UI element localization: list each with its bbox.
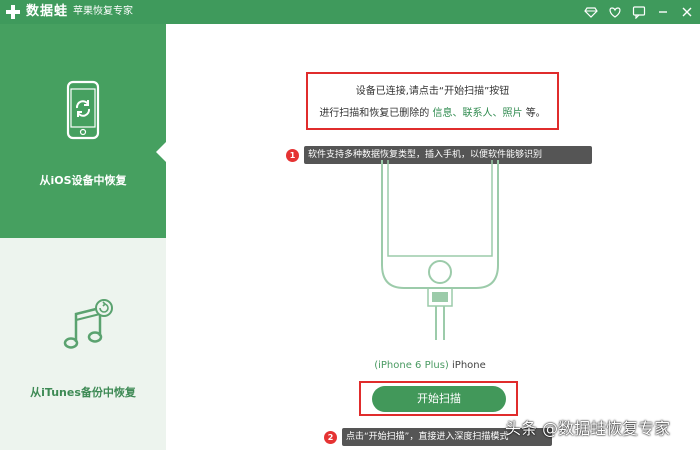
instruction-highlight-box (306, 72, 559, 130)
chat-icon[interactable] (632, 4, 646, 20)
app-window: 数据蛙 苹果恢复专家 从iOS设备中恢复 从iTunes备份中恢复 设备已连接,… (0, 0, 700, 450)
instruction-prefix: 进行扫描和恢复已删除的 (319, 108, 430, 119)
step-number-badge: 2 (324, 431, 337, 444)
instruction-suffix: 等。 (525, 108, 546, 119)
sidebar-item-ios-recovery[interactable]: 从iOS设备中恢复 (0, 24, 166, 238)
start-scan-button[interactable]: 开始扫描 (372, 386, 506, 412)
minimize-icon[interactable] (656, 4, 670, 18)
logo-cross-icon (6, 5, 20, 19)
sidebar-item-label: 从iOS设备中恢复 (39, 174, 127, 187)
brand-name: 数据蛙 (26, 4, 69, 19)
phone-refresh-icon (66, 80, 100, 140)
title-bar: 数据蛙 苹果恢复专家 (0, 0, 700, 24)
sidebar: 从iOS设备中恢复 从iTunes备份中恢复 (0, 24, 166, 450)
instruction-line-1: 设备已连接,请点击“开始扫描”按钮 (355, 86, 510, 97)
device-model-variant: (iPhone 6 Plus) (374, 360, 449, 371)
music-refresh-icon (63, 299, 113, 349)
heart-icon[interactable] (608, 4, 622, 18)
sidebar-item-itunes-recovery[interactable]: 从iTunes备份中恢复 (0, 238, 166, 450)
diamond-icon[interactable] (584, 4, 598, 18)
close-icon[interactable] (680, 4, 694, 18)
active-pointer (156, 142, 166, 162)
watermark: 头条 @数据蛙恢复专家 (505, 419, 671, 438)
iphone-illustration-icon (381, 160, 499, 340)
instruction-line-2: 进行扫描和恢复已删除的 信息、联系人、照片 等。 (306, 104, 559, 119)
device-illustration (380, 160, 500, 340)
product-name: 苹果恢复专家 (73, 6, 133, 17)
step-number-badge: 1 (286, 149, 299, 162)
device-model-name: iPhone (452, 360, 486, 371)
instruction-data-types: 信息、联系人、照片 (432, 108, 523, 119)
sidebar-item-label: 从iTunes备份中恢复 (30, 386, 136, 399)
window-controls (584, 4, 694, 20)
device-model: (iPhone 6 Plus) iPhone (330, 360, 530, 371)
app-logo: 数据蛙 (6, 3, 68, 21)
